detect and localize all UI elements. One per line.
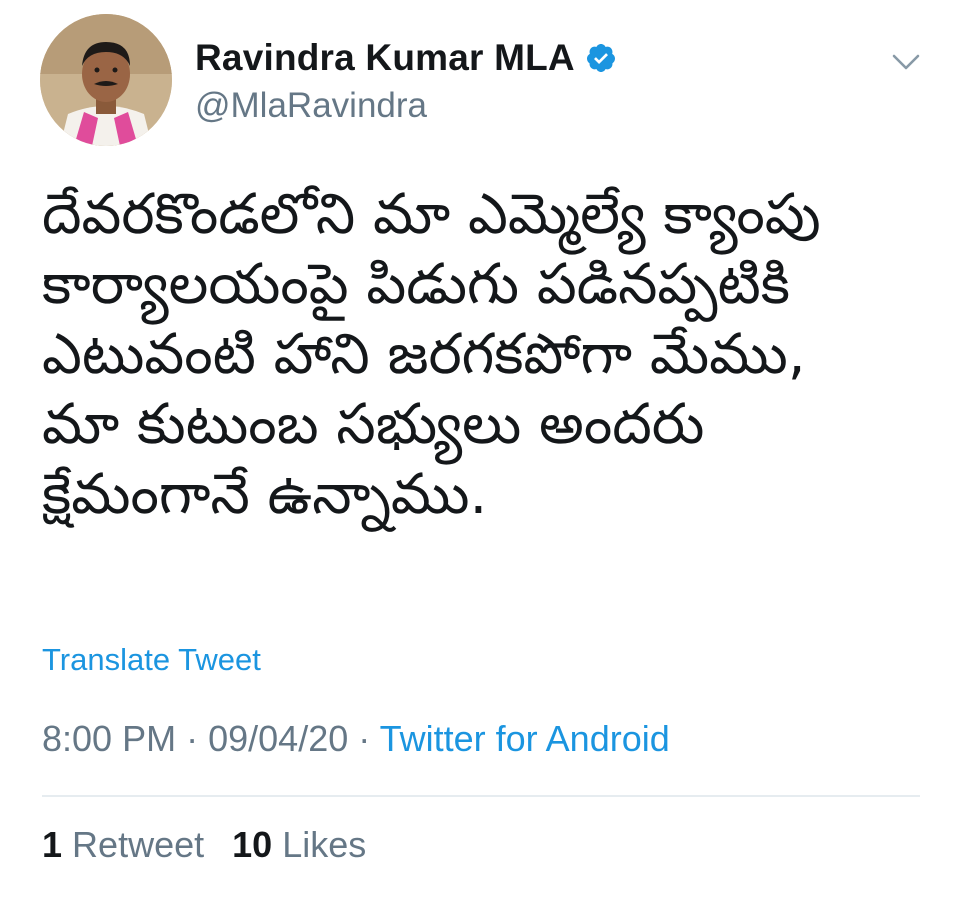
like-label: Likes	[282, 824, 367, 865]
profile-photo	[40, 14, 172, 146]
retweet-number: 1	[42, 824, 63, 865]
tweet-source-link[interactable]: Twitter for Android	[380, 718, 670, 759]
meta-separator: ·	[358, 718, 371, 759]
verified-badge-icon	[586, 44, 615, 72]
retweet-count[interactable]: 1 Retweet	[42, 824, 204, 865]
tweet-header: Ravindra Kumar MLA @MlaRavindra	[195, 34, 617, 126]
handle[interactable]: @MlaRavindra	[195, 86, 617, 126]
tweet-text: దేవరకొండలోని మా ఎమ్మెల్యే క్యాంపు కార్యా…	[42, 182, 821, 527]
like-number: 10	[232, 824, 273, 865]
chevron-down-icon[interactable]	[888, 44, 924, 80]
like-count[interactable]: 10 Likes	[232, 824, 366, 865]
tweet-meta: 8:00 PM · 09/04/20 · Twitter for Android	[42, 718, 670, 760]
avatar[interactable]	[40, 14, 172, 146]
tweet-time[interactable]: 8:00 PM	[42, 718, 176, 759]
tweet: Ravindra Kumar MLA @MlaRavindra దేవరకొండ…	[0, 0, 960, 902]
translate-tweet-link[interactable]: Translate Tweet	[42, 642, 261, 678]
meta-separator: ·	[186, 718, 199, 759]
name-row: Ravindra Kumar MLA	[195, 34, 617, 82]
retweet-label: Retweet	[72, 824, 205, 865]
tweet-date[interactable]: 09/04/20	[208, 718, 348, 759]
display-name[interactable]: Ravindra Kumar MLA	[195, 37, 575, 79]
divider	[42, 795, 920, 797]
tweet-stats: 1 Retweet 10 Likes	[42, 824, 384, 866]
